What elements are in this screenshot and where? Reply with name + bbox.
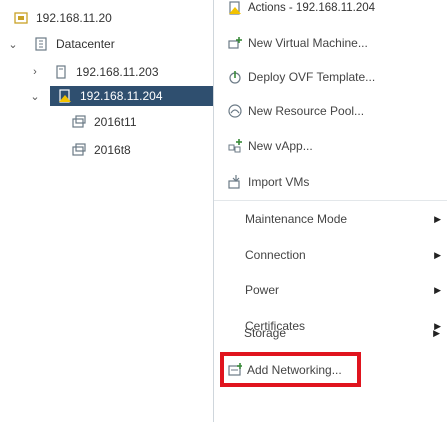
submenu-label: Connection — [245, 248, 306, 262]
chevron-down-icon[interactable]: ⌄ — [8, 38, 18, 51]
menu-header: Actions - 192.168.11.204 — [228, 0, 375, 16]
menu-item-label: New Resource Pool... — [248, 104, 365, 118]
tree-item-host-204-chevron-row: ⌄ — [30, 86, 40, 106]
tree-item-label: 2016t8 — [94, 143, 131, 157]
tree-item-label: 192.168.11.204 — [80, 89, 163, 103]
submenu-label: Storage — [244, 326, 287, 340]
vm-icon — [72, 115, 86, 129]
chevron-right-icon[interactable]: › — [30, 66, 40, 78]
import-vms-icon — [228, 175, 242, 189]
tree-item-label: 192.168.11.203 — [76, 65, 159, 79]
tree-item-label: 2016t11 — [94, 115, 137, 129]
datacenter-icon — [34, 37, 48, 51]
submenu-arrow-icon: ▶ — [434, 284, 441, 295]
host-warning-icon — [228, 1, 242, 15]
tree-item-vcenter[interactable]: 192.168.11.20 — [14, 8, 112, 28]
menu-header-label: Actions - 192.168.11.204 — [248, 2, 376, 14]
highlight-box — [220, 352, 361, 387]
menu-divider — [214, 200, 447, 201]
submenu-storage[interactable]: Storage ▶ — [244, 322, 440, 344]
inventory-tree: 192.168.11.20 ⌄ Datacenter › 192.168.11.… — [0, 0, 213, 422]
host-warning-icon — [58, 89, 72, 103]
tree-item-datacenter[interactable]: ⌄ Datacenter — [8, 34, 115, 54]
host-icon — [54, 65, 68, 79]
submenu-connection[interactable]: Connection ▶ — [245, 244, 441, 266]
menu-item-label: Import VMs — [248, 175, 310, 189]
tree-item-vm-2016t11[interactable]: 2016t11 — [72, 112, 137, 132]
tree-item-label: Datacenter — [56, 37, 115, 51]
menu-item-label: Deploy OVF Template... — [248, 70, 376, 84]
submenu-power[interactable]: Power ▶ — [245, 279, 441, 301]
tree-item-vm-2016t8[interactable]: 2016t8 — [72, 140, 131, 160]
tree-item-label: 192.168.11.20 — [36, 11, 112, 25]
menu-item-label: New Virtual Machine... — [248, 36, 368, 50]
menu-item-new-virtual-machine[interactable]: New Virtual Machine... — [228, 32, 443, 54]
submenu-maintenance-mode[interactable]: Maintenance Mode ▶ — [245, 208, 441, 230]
new-vapp-icon — [228, 139, 242, 153]
vm-icon — [72, 143, 86, 157]
menu-item-import-vms[interactable]: Import VMs — [228, 171, 443, 193]
new-vm-icon — [228, 36, 242, 50]
vcenter-icon — [14, 11, 28, 25]
menu-item-label: New vApp... — [248, 139, 313, 153]
submenu-arrow-icon: ▶ — [434, 249, 441, 260]
menu-item-new-resource-pool[interactable]: New Resource Pool... — [228, 100, 443, 122]
chevron-down-icon[interactable]: ⌄ — [30, 90, 40, 103]
submenu-arrow-icon: ▶ — [434, 213, 441, 224]
deploy-ovf-icon — [228, 70, 242, 84]
submenu-label: Power — [245, 283, 280, 297]
resource-pool-icon — [228, 104, 242, 118]
menu-item-new-vapp[interactable]: New vApp... — [228, 135, 443, 157]
submenu-arrow-icon: ▶ — [433, 327, 440, 338]
tree-item-host-204[interactable]: 192.168.11.204 — [50, 86, 213, 106]
menu-item-deploy-ovf-template[interactable]: Deploy OVF Template... — [228, 66, 443, 88]
submenu-label: Maintenance Mode — [245, 212, 348, 226]
tree-item-host-203[interactable]: › 192.168.11.203 — [30, 62, 159, 82]
